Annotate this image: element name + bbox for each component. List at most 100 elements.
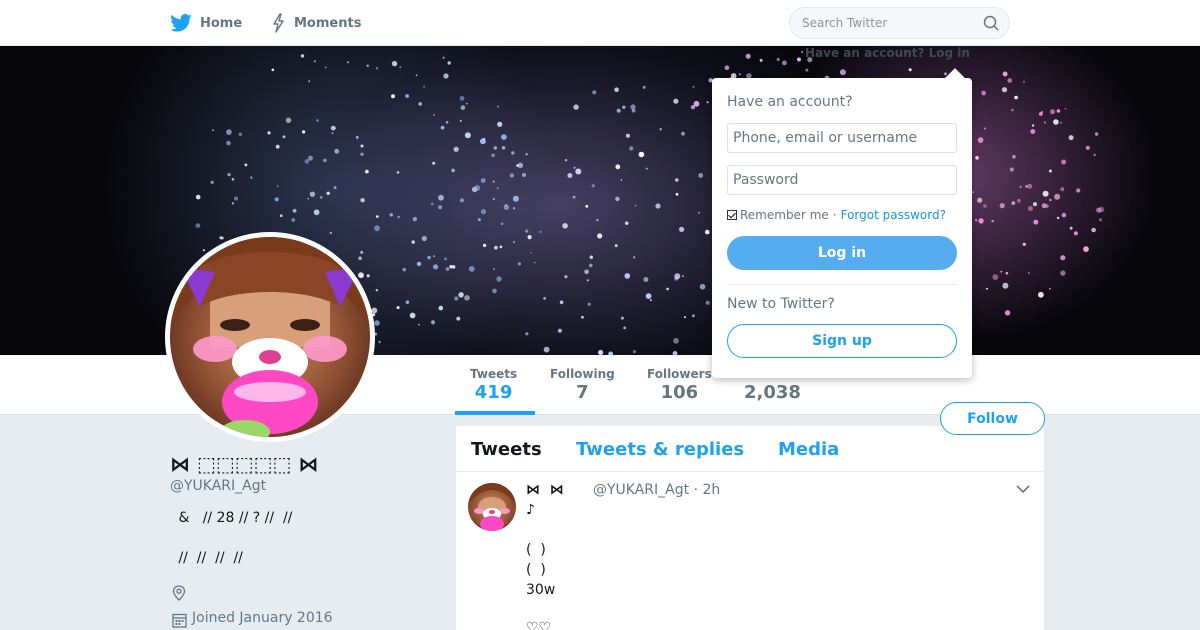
firework-spark xyxy=(581,315,584,319)
firework-spark xyxy=(389,213,393,217)
username-field[interactable] xyxy=(727,123,957,153)
firework-spark xyxy=(975,156,979,160)
firework-spark xyxy=(1073,231,1078,236)
stat-followers[interactable]: Followers 106 xyxy=(647,367,712,404)
search-icon[interactable] xyxy=(983,15,999,31)
firework-spark xyxy=(331,132,334,135)
firework-spark xyxy=(409,312,416,319)
profile-handle[interactable]: @YUKARI_Agt xyxy=(170,478,266,494)
firework-spark xyxy=(366,64,369,67)
stat-label: Following xyxy=(550,367,615,381)
firework-spark xyxy=(992,274,999,280)
firework-spark xyxy=(572,195,576,199)
firework-spark xyxy=(427,255,431,260)
firework-spark xyxy=(438,205,443,210)
forgot-password-link[interactable]: Forgot password? xyxy=(841,208,946,222)
firework-spark xyxy=(839,69,846,76)
firework-spark xyxy=(596,219,599,222)
firework-spark xyxy=(375,67,379,70)
firework-spark xyxy=(360,144,364,148)
firework-spark xyxy=(1030,129,1036,134)
firework-spark xyxy=(399,66,402,69)
firework-spark xyxy=(575,168,582,175)
firework-spark xyxy=(415,74,418,77)
firework-spark xyxy=(438,194,444,201)
firework-spark xyxy=(313,60,316,63)
twitter-bird-icon xyxy=(170,14,192,32)
firework-spark xyxy=(1033,219,1039,225)
firework-spark xyxy=(402,267,407,272)
tweet-author-name[interactable]: ⋈ ⋈ xyxy=(526,482,564,498)
firework-spark xyxy=(584,269,589,275)
firework-spark xyxy=(302,130,306,134)
firework-spark xyxy=(493,146,497,150)
firework-spark xyxy=(1060,121,1062,124)
firework-spark xyxy=(673,98,679,104)
nav-home[interactable]: Home xyxy=(170,0,242,46)
firework-spark xyxy=(624,273,631,279)
firework-spark xyxy=(522,173,527,177)
firework-spark xyxy=(1048,169,1052,173)
firework-spark xyxy=(1068,135,1074,141)
firework-spark xyxy=(1083,246,1089,253)
tab-tweets-and-replies[interactable]: Tweets & replies xyxy=(576,439,744,460)
tweet-handle-time[interactable]: @YUKARI_Agt · 2h xyxy=(593,482,720,498)
firework-spark xyxy=(698,211,700,214)
follow-button[interactable]: Follow xyxy=(940,402,1045,435)
firework-spark xyxy=(497,121,503,127)
tab-tweets[interactable]: Tweets xyxy=(471,439,542,460)
firework-spark xyxy=(1001,87,1008,93)
firework-spark xyxy=(501,146,506,150)
avatar-image xyxy=(170,237,370,437)
firework-spark xyxy=(447,61,451,65)
avatar-photo-art xyxy=(170,237,370,437)
firework-spark xyxy=(493,268,495,271)
tweet-avatar[interactable] xyxy=(468,483,516,531)
remember-me-label[interactable]: Remember me xyxy=(740,208,829,222)
firework-spark xyxy=(782,60,787,66)
firework-spark xyxy=(421,235,427,242)
firework-spark xyxy=(630,104,636,110)
signup-button[interactable]: Sign up xyxy=(727,324,957,358)
firework-spark xyxy=(442,56,445,59)
firework-spark xyxy=(1011,201,1016,206)
firework-spark xyxy=(267,131,271,135)
stat-value: 2,038 xyxy=(744,382,801,403)
firework-spark xyxy=(682,275,684,277)
firework-spark xyxy=(360,198,365,203)
firework-spark xyxy=(1061,159,1067,165)
firework-spark xyxy=(517,262,522,266)
stat-label: Tweets xyxy=(470,367,518,381)
password-field[interactable] xyxy=(727,165,957,195)
firework-spark xyxy=(666,287,669,291)
search-input[interactable] xyxy=(790,8,980,38)
firework-spark xyxy=(1091,227,1096,233)
firework-spark xyxy=(496,276,502,282)
nav-moments[interactable]: Moments xyxy=(270,0,361,46)
firework-spark xyxy=(1028,206,1033,211)
stat-following[interactable]: Following 7 xyxy=(550,367,615,404)
firework-spark xyxy=(210,180,214,184)
firework-spark xyxy=(279,214,283,217)
firework-spark xyxy=(615,196,620,202)
firework-spark xyxy=(445,267,450,271)
firework-spark xyxy=(543,297,546,300)
firework-spark xyxy=(645,293,652,299)
stat-tweets[interactable]: Tweets 419 xyxy=(470,367,517,404)
firework-spark xyxy=(1023,80,1025,83)
firework-spark xyxy=(412,216,418,222)
chevron-down-icon[interactable] xyxy=(1016,484,1030,494)
firework-spark xyxy=(324,66,327,69)
firework-spark xyxy=(1012,155,1016,159)
firework-spark xyxy=(226,129,232,135)
firework-spark xyxy=(396,306,400,310)
firework-spark xyxy=(1061,212,1067,218)
firework-spark xyxy=(1050,109,1055,115)
firework-spark xyxy=(573,104,579,110)
firework-spark xyxy=(567,173,573,178)
tab-media[interactable]: Media xyxy=(778,439,839,460)
firework-spark xyxy=(1040,110,1044,114)
profile-avatar[interactable] xyxy=(165,232,375,442)
remember-me-checkbox[interactable] xyxy=(727,210,737,220)
login-button[interactable]: Log in xyxy=(727,236,957,270)
